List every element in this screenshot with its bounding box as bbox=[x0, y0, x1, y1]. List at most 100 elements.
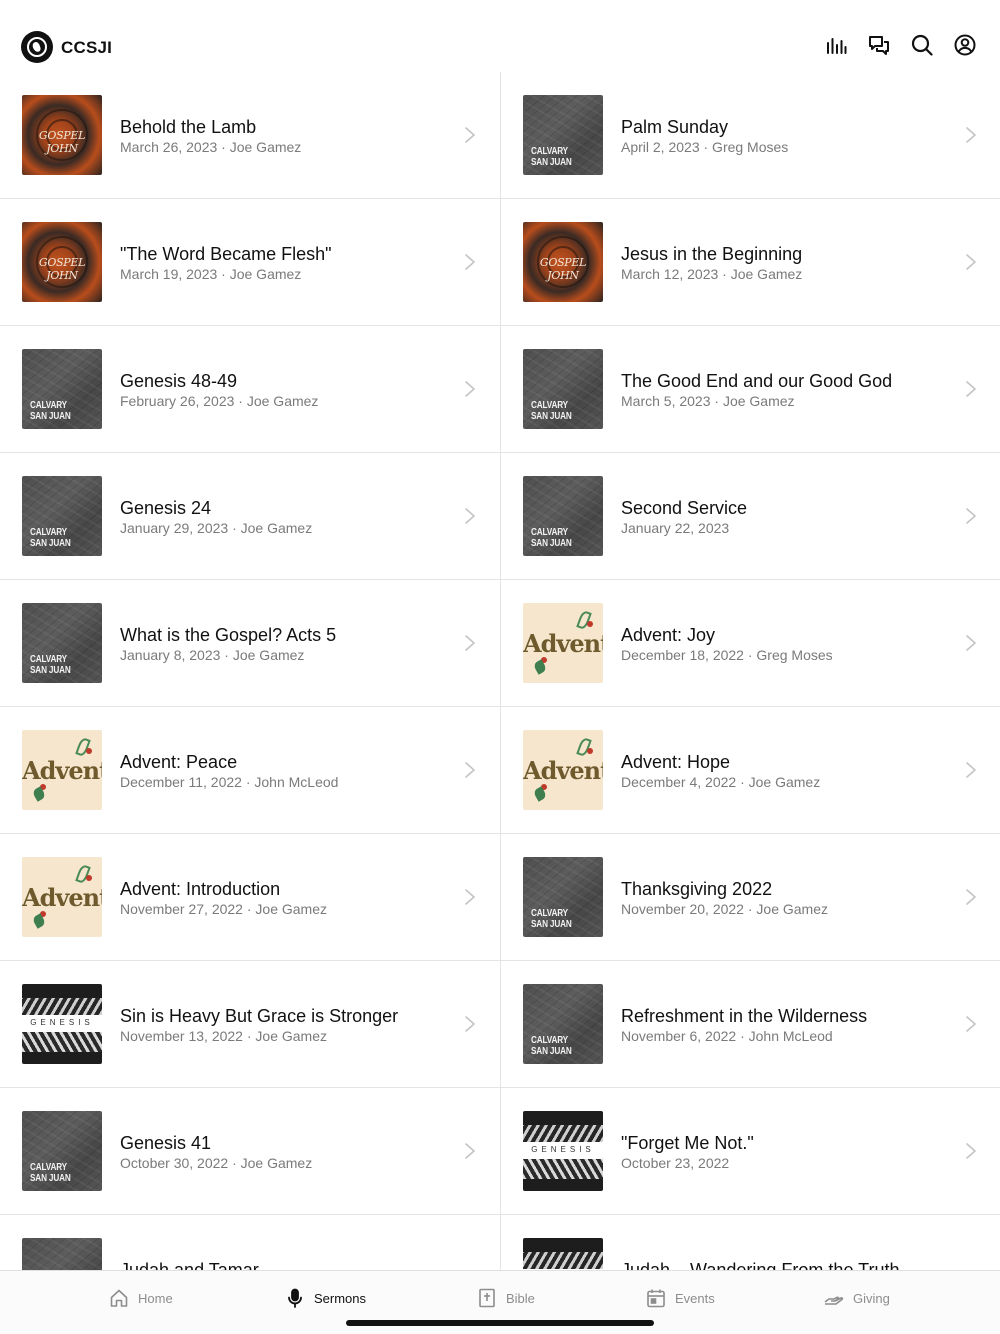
sermon-list-item[interactable]: CALVARYSAN JUAN Judah and Tamar bbox=[0, 1215, 500, 1270]
sermon-title: Advent: Hope bbox=[621, 752, 731, 772]
sermon-title: "Forget Me Not." bbox=[621, 1133, 754, 1153]
sermon-meta: November 13, 2022 · Joe Gamez bbox=[120, 1028, 327, 1044]
sermon-title: Palm Sunday bbox=[621, 117, 729, 137]
series-artwork-calvary: CALVARYSAN JUAN bbox=[523, 857, 603, 937]
series-artwork-calvary: CALVARYSAN JUAN bbox=[22, 1238, 102, 1270]
sermon-title: Refreshment in the Wilderness bbox=[621, 1006, 868, 1026]
sermon-title: What is the Gospel? Acts 5 bbox=[120, 625, 337, 645]
artwork-label: CALVARY SAN JUAN bbox=[30, 400, 71, 422]
sermon-meta: December 18, 2022 · Greg Moses bbox=[621, 647, 833, 663]
sermon-meta: March 12, 2023 · Joe Gamez bbox=[621, 266, 803, 282]
search-icon[interactable] bbox=[911, 34, 933, 56]
sermon-row: CALVARY SAN JUAN Genesis 48-49 February 26,… bbox=[0, 326, 1000, 453]
sermon-list-item[interactable]: GENESIS Sin is Heavy But Grace is Stronge… bbox=[0, 961, 500, 1088]
sermon-title: Second Service bbox=[621, 498, 748, 518]
artwork-label: Advent bbox=[523, 756, 603, 785]
church-logo-icon[interactable] bbox=[21, 31, 53, 63]
chevron-right-icon bbox=[465, 127, 475, 143]
brand-name[interactable]: CCSJI bbox=[61, 38, 112, 58]
tab-bible[interactable]: Bible bbox=[477, 1285, 535, 1311]
sermon-row: GOSPEL JOHN "The Word Became Flesh" March … bbox=[0, 199, 1000, 326]
sermon-list-item[interactable]: Advent Advent: Peace December 11, 2022 · J… bbox=[0, 707, 500, 834]
sermon-list-item[interactable]: GENESIS "Forget Me Not." October 23, 2022 bbox=[501, 1088, 1000, 1215]
sermon-list-item[interactable]: CALVARY SAN JUAN Genesis 24 January 29, 202… bbox=[0, 453, 500, 580]
series-artwork-gospel-john: GOSPEL JOHN bbox=[523, 222, 603, 302]
sermon-list-item[interactable]: CALVARY SAN JUAN Refreshment in the Wilder… bbox=[501, 961, 1000, 1088]
sermon-title: "The Word Became Flesh" bbox=[120, 244, 332, 264]
sermon-meta: November 6, 2022 · John McLeod bbox=[621, 1028, 833, 1044]
artwork-label: CALVARY SAN JUAN bbox=[30, 1162, 71, 1184]
sermon-meta: October 23, 2022 bbox=[621, 1155, 730, 1171]
sermon-list-item[interactable]: CALVARY SAN JUAN What is the Gospel? Acts … bbox=[0, 580, 500, 707]
account-icon[interactable] bbox=[954, 34, 976, 56]
series-artwork-gospel-john: GOSPEL JOHN bbox=[22, 222, 102, 302]
series-artwork-genesis: GENESIS bbox=[523, 1238, 603, 1270]
sermon-title: Advent: Peace bbox=[120, 752, 238, 772]
sermon-meta: January 8, 2023 · Joe Gamez bbox=[120, 647, 305, 663]
artwork-label: Advent bbox=[523, 629, 603, 658]
home-icon bbox=[110, 1289, 128, 1307]
sermon-list-item[interactable]: GOSPEL JOHN Behold the Lamb March 26, 2023… bbox=[0, 72, 500, 199]
series-artwork-genesis: GENESIS bbox=[22, 984, 102, 1064]
bible-icon bbox=[479, 1288, 495, 1308]
chevron-right-icon bbox=[966, 508, 976, 524]
sermon-list-item[interactable]: GENESIS Judah – Wandering From the Truth bbox=[501, 1215, 1000, 1270]
sermon-list-item[interactable]: CALVARY SAN JUAN Thanksgiving 2022 November… bbox=[501, 834, 1000, 961]
sermon-row: GENESIS Sin is Heavy But Grace is Stronge… bbox=[0, 961, 1000, 1088]
chevron-right-icon bbox=[465, 508, 475, 524]
series-artwork-genesis: GENESIS bbox=[523, 1111, 603, 1191]
chat-icon[interactable] bbox=[868, 34, 890, 56]
tab-sermons[interactable]: Sermons bbox=[285, 1285, 366, 1311]
sermon-list-item[interactable]: CALVARY SAN JUAN Genesis 41 October 30, 202… bbox=[0, 1088, 500, 1215]
sermon-meta: October 30, 2022 · Joe Gamez bbox=[120, 1155, 313, 1171]
series-artwork-advent: Advent bbox=[523, 730, 603, 810]
sermon-list-item[interactable]: CALVARY SAN JUAN Second Service January 22,… bbox=[501, 453, 1000, 580]
artwork-label: GOSPEL JOHN bbox=[38, 129, 86, 155]
chevron-right-icon bbox=[966, 1016, 976, 1032]
sermon-list-item[interactable]: Advent Advent: Hope December 4, 2022 · Joe… bbox=[501, 707, 1000, 834]
series-artwork-advent: Advent bbox=[523, 603, 603, 683]
sermon-row: CALVARY SAN JUAN What is the Gospel? Acts … bbox=[0, 580, 1000, 707]
chevron-right-icon bbox=[966, 889, 976, 905]
series-artwork-gospel-john: GOSPEL JOHN bbox=[22, 95, 102, 175]
sermon-row: Advent Advent: Peace December 11, 2022 · J… bbox=[0, 707, 1000, 834]
series-artwork-advent: Advent bbox=[22, 857, 102, 937]
sermon-title: Genesis 48-49 bbox=[120, 371, 238, 391]
sermon-list-item[interactable]: GOSPEL JOHN "The Word Became Flesh" March … bbox=[0, 199, 500, 326]
tab-events[interactable]: Events bbox=[646, 1285, 715, 1311]
tab-giving[interactable]: Giving bbox=[824, 1285, 890, 1311]
series-artwork-calvary: CALVARYSAN JUAN bbox=[22, 476, 102, 556]
artwork-label: GENESIS bbox=[531, 1145, 595, 1154]
series-artwork-calvary: CALVARYSAN JUAN bbox=[523, 476, 603, 556]
artwork-label: CALVARY SAN JUAN bbox=[30, 527, 71, 549]
tab-label: Giving bbox=[853, 1290, 890, 1306]
sermon-list-item[interactable]: CALVARY SAN JUAN Genesis 48-49 February 26,… bbox=[0, 326, 500, 453]
chevron-right-icon bbox=[465, 889, 475, 905]
sermon-grid: GOSPEL JOHN Behold the Lamb March 26, 2023… bbox=[0, 72, 1000, 1270]
sermon-list-item[interactable]: GOSPEL JOHN Jesus in the Beginning March 1… bbox=[501, 199, 1000, 326]
artwork-label: CALVARY SAN JUAN bbox=[531, 400, 572, 422]
sermon-meta: April 2, 2023 · Greg Moses bbox=[621, 139, 789, 155]
series-artwork-calvary: CALVARYSAN JUAN bbox=[22, 1111, 102, 1191]
sermon-meta: December 11, 2022 · John McLeod bbox=[120, 774, 339, 790]
sermon-list-item[interactable]: CALVARY SAN JUAN The Good End and our Good… bbox=[501, 326, 1000, 453]
sermon-list-item[interactable]: Advent Advent: Introduction November 27, 2… bbox=[0, 834, 500, 961]
sermon-row: CALVARY SAN JUAN Genesis 41 October 30, 202… bbox=[0, 1088, 1000, 1215]
series-artwork-calvary: CALVARYSAN JUAN bbox=[22, 349, 102, 429]
sermon-title: Genesis 41 bbox=[120, 1133, 212, 1153]
chevron-right-icon bbox=[966, 254, 976, 270]
sermon-title: Advent: Introduction bbox=[120, 879, 281, 899]
equalizer-icon[interactable] bbox=[825, 34, 847, 56]
sermon-row: Advent Advent: Introduction November 27, 2… bbox=[0, 834, 1000, 961]
artwork-label: Advent bbox=[22, 756, 102, 785]
artwork-label: GOSPEL JOHN bbox=[539, 256, 587, 282]
tab-home[interactable]: Home bbox=[109, 1285, 173, 1311]
chevron-right-icon bbox=[966, 762, 976, 778]
sermon-list-item[interactable]: Advent Advent: Joy December 18, 2022 · Gre… bbox=[501, 580, 1000, 707]
sermon-list-item[interactable]: CALVARY SAN JUAN Palm Sunday April 2, 2023 … bbox=[501, 72, 1000, 199]
home-indicator bbox=[346, 1320, 654, 1326]
series-artwork-advent: Advent bbox=[22, 730, 102, 810]
artwork-label: CALVARY SAN JUAN bbox=[531, 908, 572, 930]
sermon-meta: March 19, 2023 · Joe Gamez bbox=[120, 266, 302, 282]
artwork-label: CALVARY SAN JUAN bbox=[531, 146, 572, 168]
